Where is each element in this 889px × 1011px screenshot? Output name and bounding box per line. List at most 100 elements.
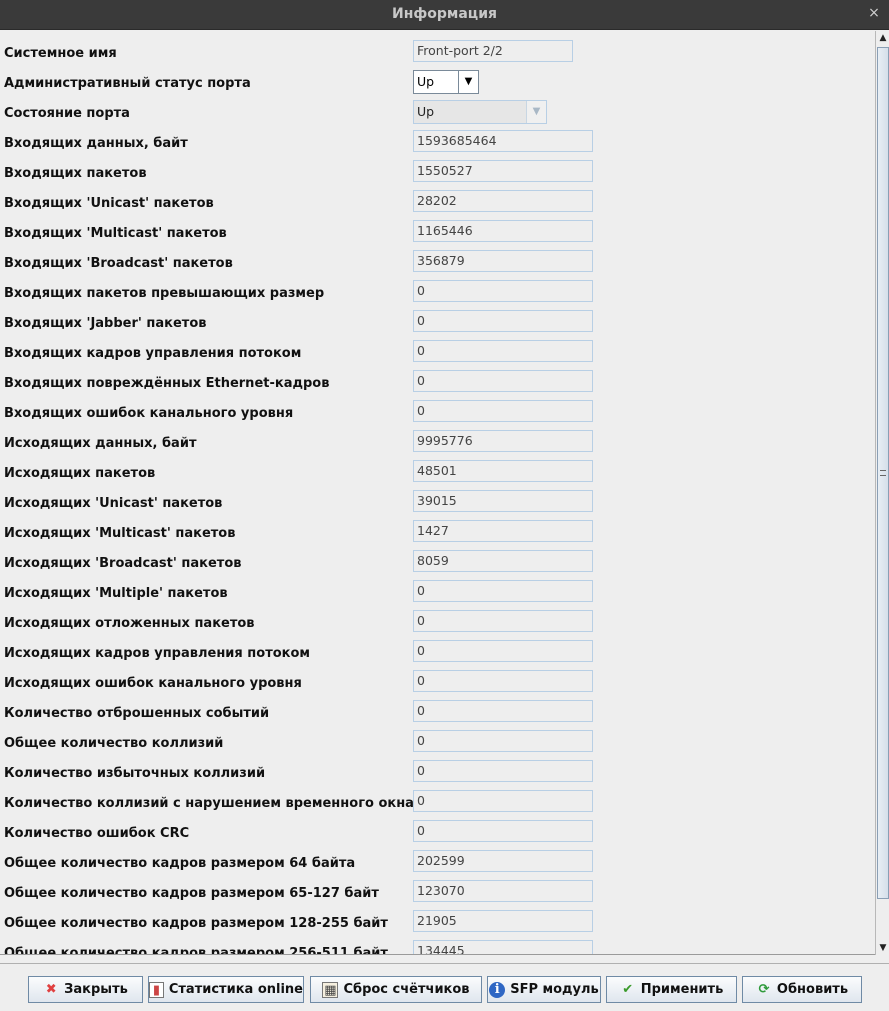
reset-counters-label: Сброс счётчиков <box>343 982 470 997</box>
refresh-icon: ⟳ <box>758 981 770 997</box>
field-row: Исходящих 'Unicast' пакетов 39015 <box>0 490 875 520</box>
refresh-button[interactable]: ⟳ Обновить <box>742 976 862 1003</box>
field-label: Исходящих кадров управления потоком <box>4 646 311 661</box>
field-row: Входящих пакетов 1550527 <box>0 160 875 190</box>
info-icon: i <box>489 981 506 998</box>
field-label: Исходящих отложенных пакетов <box>4 616 255 631</box>
readonly-value-field[interactable]: 0 <box>413 760 593 782</box>
field-label: Входящих 'Multicast' пакетов <box>4 226 227 241</box>
readonly-value-field[interactable]: 0 <box>413 400 593 422</box>
chevron-down-icon[interactable]: ▼ <box>458 71 478 93</box>
field-row: Количество ошибок CRC 0 <box>0 820 875 850</box>
window-title: Информация <box>392 6 497 22</box>
close-icon[interactable]: × <box>865 3 883 23</box>
field-label: Входящих пакетов превышающих размер <box>4 286 325 301</box>
readonly-value-field[interactable]: 0 <box>413 370 593 392</box>
field-label: Входящих 'Broadcast' пакетов <box>4 256 233 271</box>
field-label: Входящих 'Unicast' пакетов <box>4 196 214 211</box>
readonly-value-field[interactable]: 8059 <box>413 550 593 572</box>
field-row: Входящих ошибок канального уровня 0 <box>0 400 875 430</box>
field-row: Общее количество кадров размером 65-127 … <box>0 880 875 910</box>
field-row: Количество отброшенных событий 0 <box>0 700 875 730</box>
checkmark-icon: ✔ <box>622 981 634 997</box>
admin-status-select[interactable]: Up ▼ <box>413 70 479 94</box>
readonly-value-field[interactable]: 0 <box>413 820 593 842</box>
readonly-value-field[interactable]: 0 <box>413 790 593 812</box>
readonly-value-field[interactable]: 21905 <box>413 910 593 932</box>
field-row: Исходящих 'Broadcast' пакетов 8059 <box>0 550 875 580</box>
scroll-down-icon[interactable]: ▼ <box>877 941 889 955</box>
field-label: Общее количество кадров размером 128-255… <box>4 916 388 931</box>
field-label: Исходящих 'Broadcast' пакетов <box>4 556 242 571</box>
readonly-value-field[interactable]: 0 <box>413 640 593 662</box>
field-row: Исходящих 'Multicast' пакетов 1427 <box>0 520 875 550</box>
field-row: Входящих пакетов превышающих размер 0 <box>0 280 875 310</box>
scrollbar-thumb[interactable] <box>877 47 889 899</box>
reset-counters-button[interactable]: ▦ Сброс счётчиков <box>310 976 482 1003</box>
readonly-value-field[interactable]: 9995776 <box>413 430 593 452</box>
field-label: Входящих 'Jabber' пакетов <box>4 316 207 331</box>
field-row: Входящих 'Multicast' пакетов 1165446 <box>0 220 875 250</box>
readonly-value-field[interactable]: 0 <box>413 340 593 362</box>
sfp-module-button[interactable]: i SFP модуль <box>487 976 601 1003</box>
close-button[interactable]: ✖ Закрыть <box>28 976 143 1003</box>
chevron-down-icon: ▼ <box>526 101 546 123</box>
readonly-value-field[interactable]: 39015 <box>413 490 593 512</box>
field-row: Общее количество кадров размером 256-511… <box>0 940 875 955</box>
port-state-value: Up <box>417 104 435 119</box>
calculator-icon: ▦ <box>322 981 339 998</box>
readonly-value-field[interactable]: 123070 <box>413 880 593 902</box>
field-label: Количество ошибок CRC <box>4 826 190 841</box>
field-label: Входящих данных, байт <box>4 136 188 151</box>
readonly-value-field[interactable]: Front-port 2/2 <box>413 40 573 62</box>
readonly-value-field[interactable]: 134445 <box>413 940 593 954</box>
field-row: Исходящих кадров управления потоком 0 <box>0 640 875 670</box>
apply-button[interactable]: ✔ Применить <box>606 976 737 1003</box>
info-panel: Системное имя Front-port 2/2 Административ… <box>0 31 875 955</box>
field-label: Исходящих 'Unicast' пакетов <box>4 496 223 511</box>
readonly-value-field[interactable]: 28202 <box>413 190 593 212</box>
readonly-value-field[interactable]: 0 <box>413 580 593 602</box>
scroll-up-icon[interactable]: ▲ <box>877 31 889 45</box>
readonly-value-field[interactable]: 1593685464 <box>413 130 593 152</box>
chart-icon: ▮ <box>149 981 164 998</box>
field-label: Общее количество коллизий <box>4 736 224 751</box>
field-row: Входящих повреждённых Ethernet-кадров 0 <box>0 370 875 400</box>
field-label: Общее количество кадров размером 65-127 … <box>4 886 379 901</box>
apply-button-label: Применить <box>640 982 724 997</box>
readonly-value-field[interactable]: 1550527 <box>413 160 593 182</box>
port-state-select: Up ▼ <box>413 100 547 124</box>
readonly-value-field[interactable]: 0 <box>413 310 593 332</box>
field-label: Количество избыточных коллизий <box>4 766 266 781</box>
readonly-value-field[interactable]: 356879 <box>413 250 593 272</box>
divider <box>0 963 889 964</box>
readonly-value-field[interactable]: 1165446 <box>413 220 593 242</box>
field-row: Системное имя Front-port 2/2 <box>0 40 875 70</box>
refresh-button-label: Обновить <box>776 982 849 997</box>
field-row: Входящих 'Jabber' пакетов 0 <box>0 310 875 340</box>
readonly-value-field[interactable]: 1427 <box>413 520 593 542</box>
close-button-label: Закрыть <box>64 982 128 997</box>
field-label: Общее количество кадров размером 256-511… <box>4 946 388 955</box>
readonly-value-field[interactable]: 48501 <box>413 460 593 482</box>
title-bar: Информация × <box>0 0 889 30</box>
field-row: Входящих 'Broadcast' пакетов 356879 <box>0 250 875 280</box>
field-label: Входящих пакетов <box>4 166 147 181</box>
readonly-value-field[interactable]: 202599 <box>413 850 593 872</box>
readonly-value-field[interactable]: 0 <box>413 700 593 722</box>
readonly-value-field[interactable]: 0 <box>413 730 593 752</box>
readonly-value-field[interactable]: 0 <box>413 610 593 632</box>
field-row: Общее количество коллизий 0 <box>0 730 875 760</box>
field-row: Общее количество кадров размером 64 байт… <box>0 850 875 880</box>
readonly-value-field[interactable]: 0 <box>413 670 593 692</box>
sfp-module-label: SFP модуль <box>510 982 599 997</box>
readonly-value-field[interactable]: 0 <box>413 280 593 302</box>
field-row: Количество коллизий с нарушением временн… <box>0 790 875 820</box>
field-row: Общее количество кадров размером 128-255… <box>0 910 875 940</box>
field-label: Исходящих 'Multicast' пакетов <box>4 526 236 541</box>
field-label: Административный статус порта <box>4 76 251 91</box>
vertical-scrollbar[interactable]: ▲ ▼ <box>875 31 889 955</box>
field-row: Входящих данных, байт 1593685464 <box>0 130 875 160</box>
stats-online-button[interactable]: ▮ Статистика online <box>148 976 304 1003</box>
field-row: Исходящих 'Multiple' пакетов 0 <box>0 580 875 610</box>
